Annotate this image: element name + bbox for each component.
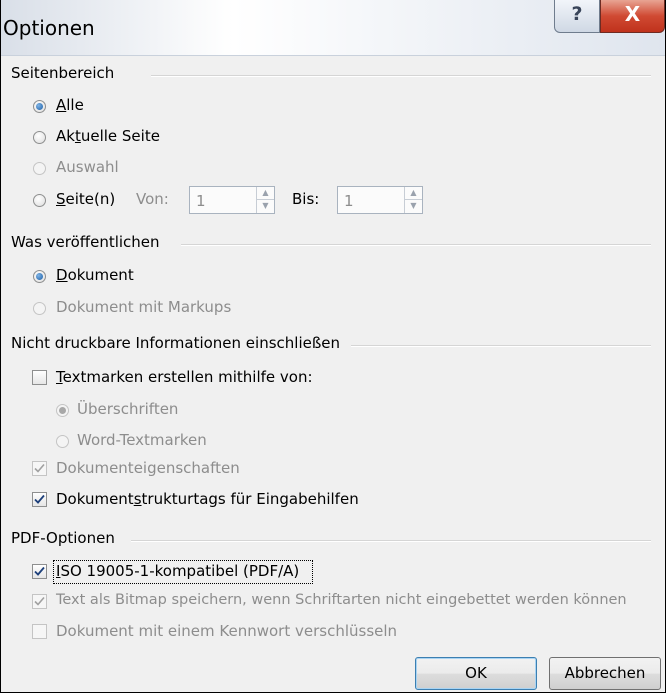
radio-ueberschriften-label: Überschriften [77,400,179,418]
up-arrow-icon: ▲ [405,187,422,200]
group-label-seitenbereich: Seitenbereich [11,64,123,82]
checkmark-icon [34,596,45,606]
radio-alle-label[interactable]: Alle [56,96,84,114]
radio-ueberschriften [56,404,69,417]
bis-spinner: 1 ▲ ▼ [337,186,423,214]
group-divider [151,75,651,77]
radio-selected-dot [59,407,66,414]
ok-button[interactable]: OK [415,657,537,690]
radio-dokument[interactable] [33,270,46,283]
down-arrow-icon: ▼ [262,201,269,210]
checkbox-text-als-bitmap-label: Text als Bitmap speichern, wenn Schrifta… [56,592,627,608]
dialog-title: Optionen [3,16,95,40]
checkbox-textmarken-label[interactable]: Textmarken erstellen mithilfe von: [56,368,313,386]
bis-spinner-arrows: ▲ ▼ [404,187,422,213]
down-arrow-icon: ▼ [410,201,417,210]
bis-value: 1 [344,192,354,210]
checkbox-strukturtags-label[interactable]: Dokumentstrukturtags für Eingabehilfen [56,490,359,508]
radio-auswahl-label: Auswahl [56,158,119,176]
group-label-was-veroeffentlichen: Was veröffentlichen [11,233,168,251]
von-label: Von: [136,190,169,208]
options-dialog: Optionen ? X Seitenbereich Alle Aktuelle… [0,0,666,693]
close-icon: X [624,2,641,26]
checkbox-textmarken[interactable] [32,370,47,385]
title-bar: Optionen ? X [1,0,665,56]
checkbox-dokumenteigenschaften [32,461,47,476]
group-label-pdf-optionen: PDF-Optionen [11,529,123,547]
group-divider [181,244,651,246]
cancel-button[interactable]: Abbrechen [549,657,661,690]
radio-word-textmarken [56,435,69,448]
von-spinner: 1 ▲ ▼ [189,186,275,214]
help-icon: ? [571,3,583,25]
checkbox-kennwort-label: Dokument mit einem Kennwort verschlüssel… [56,622,398,640]
checkbox-text-als-bitmap [32,594,47,609]
radio-seiten[interactable] [33,194,46,207]
checkmark-icon [34,566,45,576]
radio-seiten-label[interactable]: Seite(n) [56,190,115,208]
group-divider [131,540,651,542]
radio-aktuelle-seite-label[interactable]: Aktuelle Seite [56,127,160,145]
checkmark-icon [34,463,45,473]
radio-alle[interactable] [33,100,46,113]
radio-selected-dot [36,103,43,110]
von-value: 1 [196,192,206,210]
checkbox-strukturtags[interactable] [32,492,47,507]
checkbox-dokumenteigenschaften-label: Dokumenteigenschaften [56,459,240,477]
radio-dokument-mit-markups-label: Dokument mit Markups [56,298,232,316]
help-button[interactable]: ? [554,0,600,33]
radio-word-textmarken-label: Word-Textmarken [77,431,207,449]
checkmark-icon [34,494,45,504]
radio-dokument-label[interactable]: Dokument [56,266,134,284]
close-button[interactable]: X [600,0,665,33]
radio-dokument-mit-markups [33,302,46,315]
von-spinner-arrows: ▲ ▼ [256,187,274,213]
radio-auswahl [33,162,46,175]
radio-aktuelle-seite[interactable] [33,131,46,144]
bis-label: Bis: [292,190,320,208]
radio-selected-dot [36,273,43,280]
checkbox-iso-19005-label[interactable]: ISO 19005-1-kompatibel (PDF/A) [56,562,299,580]
checkbox-kennwort [32,624,47,639]
group-divider [351,345,651,347]
group-label-nicht-druckbare-informationen: Nicht druckbare Informationen einschließ… [11,334,349,352]
checkbox-iso-19005[interactable] [32,564,47,579]
up-arrow-icon: ▲ [257,187,274,200]
